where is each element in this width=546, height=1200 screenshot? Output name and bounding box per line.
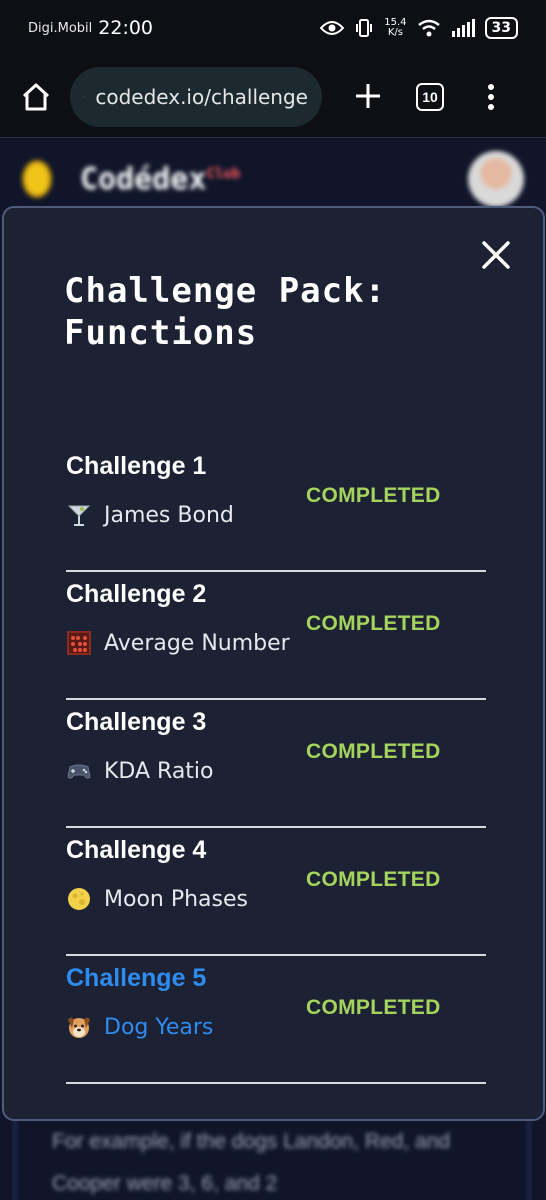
network-speed-unit: K/s bbox=[387, 27, 403, 38]
challenge-name[interactable]: Dog Years bbox=[104, 1015, 213, 1040]
challenge-heading[interactable]: Challenge 3 bbox=[66, 708, 206, 737]
network-speed: 15.4 K/s bbox=[384, 18, 406, 38]
status-badge: COMPLETED bbox=[306, 612, 441, 635]
status-icons: 15.4 K/s 33 bbox=[320, 17, 518, 39]
wifi-icon bbox=[417, 19, 440, 37]
status-badge: COMPLETED bbox=[306, 484, 441, 507]
status-bar: Digi.Mobil 22:00 15.4 K/s 33 bbox=[0, 0, 546, 56]
tab-switcher-button[interactable]: 10 bbox=[416, 82, 444, 111]
abacus-icon bbox=[67, 631, 91, 655]
browser-menu-button[interactable] bbox=[488, 83, 494, 110]
challenge-item-1[interactable]: Challenge 1 James Bond COMPLETED bbox=[66, 444, 486, 572]
url-text[interactable]: codedex.io/challenge bbox=[95, 85, 308, 109]
challenge-list: Challenge 1 James Bond COMPLETED Challen… bbox=[66, 444, 486, 1084]
challenge-heading[interactable]: Challenge 4 bbox=[66, 836, 206, 865]
challenge-name-row: Dog Years bbox=[66, 1014, 213, 1040]
status-badge: COMPLETED bbox=[306, 740, 441, 763]
new-tab-button[interactable] bbox=[346, 77, 390, 117]
challenge-heading[interactable]: Challenge 2 bbox=[66, 580, 206, 609]
challenge-item-2[interactable]: Challenge 2 Average Number COMPLETED bbox=[66, 572, 486, 700]
challenge-name-row: Moon Phases bbox=[66, 886, 248, 912]
background-text: For example, if the dogs Landon, Red, an… bbox=[14, 1109, 530, 1200]
dog-face-icon bbox=[68, 1017, 90, 1038]
challenge-item-5[interactable]: Challenge 5 Dog Years COMPLETED bbox=[66, 956, 486, 1084]
challenge-name[interactable]: James Bond bbox=[104, 503, 234, 528]
menu-dot bbox=[488, 83, 494, 90]
site-logo[interactable]: CodédexClub bbox=[80, 162, 240, 197]
challenge-name-row: KDA Ratio bbox=[66, 758, 214, 784]
site-logo-badge: Club bbox=[206, 165, 241, 182]
signal-icon bbox=[451, 19, 475, 37]
challenge-name-row: James Bond bbox=[66, 502, 234, 528]
challenge-heading[interactable]: Challenge 1 bbox=[66, 452, 206, 481]
challenge-item-4[interactable]: Challenge 4 Moon Phases COMPLETED bbox=[66, 828, 486, 956]
menu-dot bbox=[488, 93, 494, 100]
challenge-name[interactable]: Moon Phases bbox=[104, 887, 248, 912]
carrier-label: Digi.Mobil bbox=[28, 20, 93, 36]
close-button[interactable] bbox=[479, 238, 513, 272]
site-settings-icon[interactable] bbox=[84, 86, 86, 108]
address-bar[interactable]: codedex.io/challenge bbox=[70, 66, 322, 127]
cocktail-glass-icon bbox=[67, 505, 91, 526]
status-badge: COMPLETED bbox=[306, 996, 441, 1019]
eye-icon bbox=[320, 21, 345, 35]
challenge-name[interactable]: Average Number bbox=[104, 631, 290, 656]
close-icon bbox=[482, 241, 510, 269]
full-moon-icon bbox=[68, 888, 90, 910]
home-icon bbox=[22, 83, 50, 110]
menu-dot bbox=[488, 103, 494, 110]
game-controller-icon bbox=[67, 764, 91, 779]
clock: 22:00 bbox=[98, 17, 154, 39]
status-badge: COMPLETED bbox=[306, 868, 441, 891]
challenge-pack-modal: Challenge Pack: Functions Challenge 1 Ja… bbox=[2, 206, 545, 1121]
avatar[interactable] bbox=[468, 151, 524, 207]
challenge-name[interactable]: KDA Ratio bbox=[104, 759, 214, 784]
plus-icon bbox=[356, 83, 380, 108]
challenge-name-row: Average Number bbox=[66, 630, 290, 656]
battery-indicator: 33 bbox=[484, 17, 518, 39]
site-logo-text: Codédex bbox=[80, 161, 207, 197]
vibrate-icon bbox=[356, 19, 373, 37]
challenge-heading[interactable]: Challenge 5 bbox=[66, 964, 206, 993]
challenge-item-3[interactable]: Challenge 3 KDA Ratio COMPLETED bbox=[66, 700, 486, 828]
home-button[interactable] bbox=[14, 75, 58, 119]
coin-icon[interactable] bbox=[22, 160, 52, 198]
browser-toolbar: codedex.io/challenge 10 bbox=[0, 56, 546, 138]
modal-title: Challenge Pack: Functions bbox=[64, 271, 387, 353]
